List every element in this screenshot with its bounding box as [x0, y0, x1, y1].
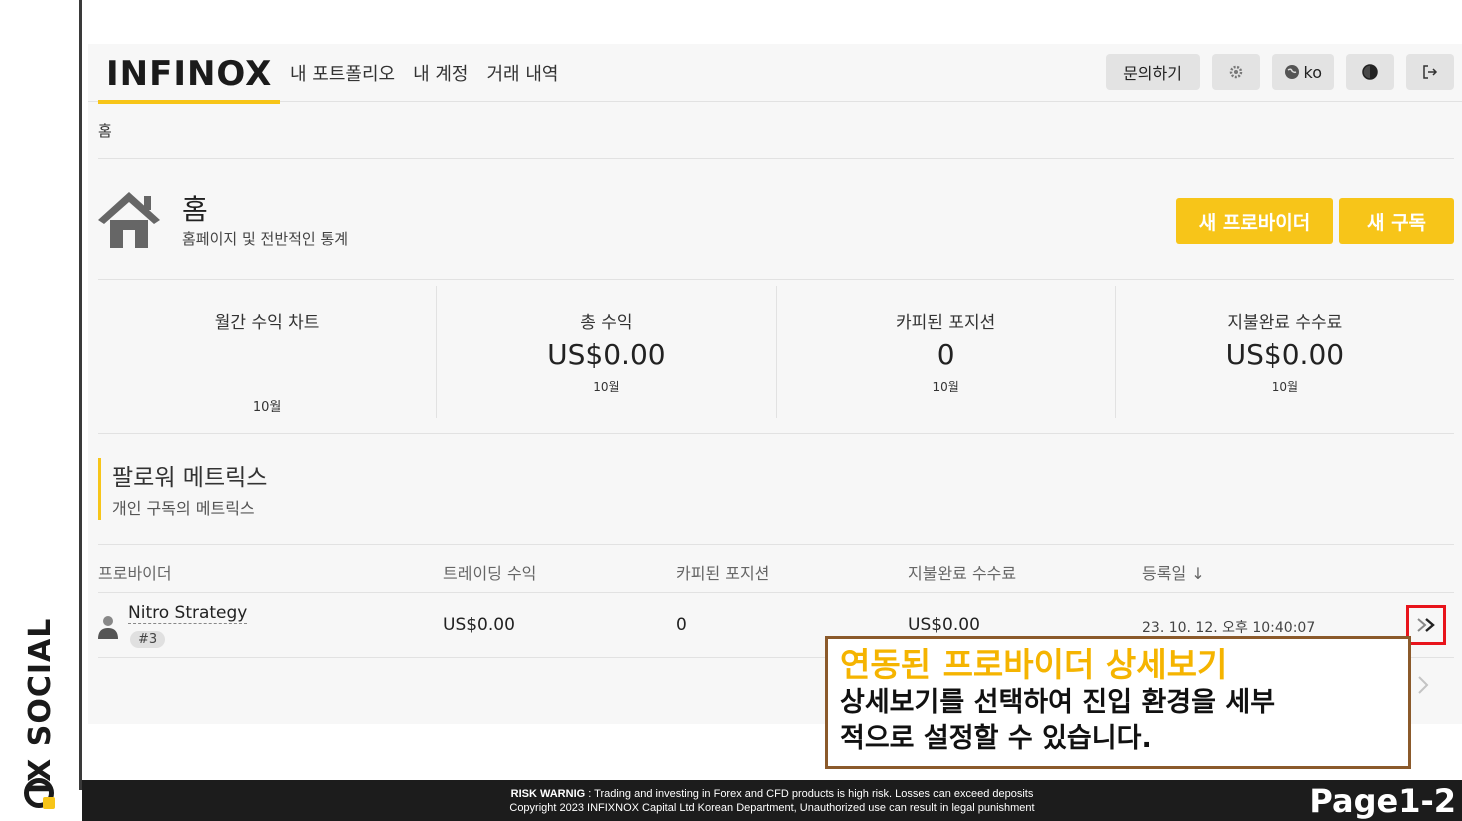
column-header-provider[interactable]: 프로바이더: [98, 560, 172, 584]
callout-body-line-2: 적으로 설정할 수 있습니다.: [840, 723, 1152, 754]
globe-icon: [1284, 65, 1299, 79]
column-header-copied[interactable]: 카피된 포지션: [676, 560, 769, 584]
section-title: 팔로워 메트릭스: [112, 465, 268, 491]
column-header-registered[interactable]: 등록일 ↓: [1142, 560, 1205, 584]
theme-toggle-button[interactable]: [1346, 54, 1394, 90]
main-nav: 내 포트폴리오 내 계정 거래 내역: [290, 60, 558, 86]
logout-button[interactable]: [1406, 54, 1454, 90]
footer: RISK WARNIG : Trading and investing in F…: [82, 780, 1462, 821]
stat-label: 총 수익: [580, 313, 633, 333]
stat-total-profit: 총 수익 US$0.00 10월: [437, 286, 777, 418]
rail-divider: [79, 0, 82, 790]
logout-icon: [1423, 65, 1438, 79]
chevron-right-icon[interactable]: [1416, 674, 1430, 696]
brand-vertical-text: IX SOCIAL: [23, 617, 58, 794]
app-window: INFINOX 내 포트폴리오 내 계정 거래 내역 문의하기 ko 홈 홈 홈…: [88, 44, 1462, 724]
new-subscription-button[interactable]: 새 구독: [1339, 198, 1454, 244]
stat-paid-fees: 지불완료 수수료 US$0.00 10월: [1116, 286, 1454, 418]
stat-period: 10월: [593, 380, 620, 394]
settings-button[interactable]: [1211, 54, 1260, 90]
top-actions: 문의하기 ko: [1105, 54, 1454, 90]
user-icon: [98, 616, 118, 639]
cell-fees: US$0.00: [908, 615, 980, 635]
stat-value: US$0.00: [547, 338, 666, 371]
breadcrumb[interactable]: 홈: [98, 120, 112, 141]
logo[interactable]: INFINOX: [106, 54, 272, 94]
callout-title: 연동된 프로바이더 상세보기: [840, 645, 1228, 684]
page-title: 홈: [182, 193, 208, 226]
stat-copied-positions: 카피된 포지션 0 10월: [777, 286, 1116, 418]
risk-warning-text: : Trading and investing in Forex and CFD…: [585, 788, 1034, 800]
stats-row: 월간 수익 차트 10월 총 수익 US$0.00 10월 카피된 포지션 0 …: [98, 286, 1454, 418]
language-button[interactable]: ko: [1271, 54, 1334, 90]
nav-my-account[interactable]: 내 계정: [413, 60, 468, 86]
inquiry-label: 문의하기: [1123, 64, 1182, 83]
callout-body-line-1: 상세보기를 선택하여 진입 환경을 세부: [840, 687, 1276, 718]
stat-period: 10월: [1271, 380, 1299, 394]
footer-text: RISK WARNIG : Trading and investing in F…: [82, 787, 1462, 815]
stat-label: 지불완료 수수료: [1227, 313, 1343, 333]
risk-warning: RISK WARNIG : Trading and investing in F…: [82, 787, 1462, 801]
inquiry-button[interactable]: 문의하기: [1105, 54, 1200, 90]
section-accent-bar: [98, 458, 101, 520]
provider-name-link[interactable]: Nitro Strategy: [128, 603, 248, 624]
double-chevron-right-icon: [1417, 618, 1435, 632]
cell-registered: 23. 10. 12. 오후 10:40:07: [1142, 620, 1316, 636]
page-subtitle: 홈페이지 및 전반적인 통계: [182, 230, 349, 248]
nav-my-portfolio[interactable]: 내 포트폴리오: [290, 60, 395, 86]
risk-warning-label: RISK WARNIG: [510, 788, 586, 800]
logo-underline: [98, 100, 280, 104]
contrast-icon: [1362, 64, 1378, 80]
stat-label: 카피된 포지션: [896, 313, 996, 333]
stat-period: 10월: [252, 400, 282, 415]
brand-logo-icon: [24, 778, 55, 809]
cell-copied: 0: [676, 615, 687, 635]
top-bar: INFINOX 내 포트폴리오 내 계정 거래 내역 문의하기 ko: [88, 44, 1462, 104]
slide: IX SOCIAL INFINOX 내 포트폴리오 내 계정 거래 내역 문의하…: [0, 0, 1462, 821]
stat-monthly-chart: 월간 수익 차트 10월: [98, 286, 438, 418]
stat-value: 0: [936, 338, 955, 371]
new-provider-button[interactable]: 새 프로바이더: [1176, 198, 1333, 244]
divider: [98, 158, 1454, 159]
section-subtitle: 개인 구독의 메트릭스: [112, 499, 255, 518]
divider: [98, 279, 1454, 280]
table-header: 프로바이더 트레이딩 수익 카피된 포지션 지불완료 수수료 등록일 ↓: [98, 556, 1454, 592]
brand-vertical: IX SOCIAL: [20, 580, 60, 810]
home-icon: [98, 192, 160, 248]
column-header-profit[interactable]: 트레이딩 수익: [443, 560, 536, 584]
cell-profit: US$0.00: [443, 615, 515, 635]
language-label: ko: [1303, 62, 1322, 82]
divider: [98, 544, 1454, 545]
stat-period: 10월: [932, 380, 959, 394]
annotation-callout: 연동된 프로바이더 상세보기 상세보기를 선택하여 진입 환경을 세부 적으로 …: [825, 636, 1411, 769]
divider: [98, 433, 1454, 434]
column-header-fees[interactable]: 지불완료 수수료: [908, 560, 1016, 584]
stat-label: 월간 수익 차트: [214, 313, 320, 333]
stat-value: US$0.00: [1225, 338, 1345, 371]
left-rail: IX SOCIAL: [0, 0, 80, 821]
provider-detail-button[interactable]: [1406, 605, 1446, 645]
copyright: Copyright 2023 INFIXNOX Capital Ltd Kore…: [509, 802, 1035, 814]
rank-badge: #3: [130, 631, 166, 648]
gear-icon: [1229, 65, 1242, 79]
page-number: Page1-2: [1309, 782, 1456, 820]
nav-trade-history[interactable]: 거래 내역: [487, 60, 559, 86]
